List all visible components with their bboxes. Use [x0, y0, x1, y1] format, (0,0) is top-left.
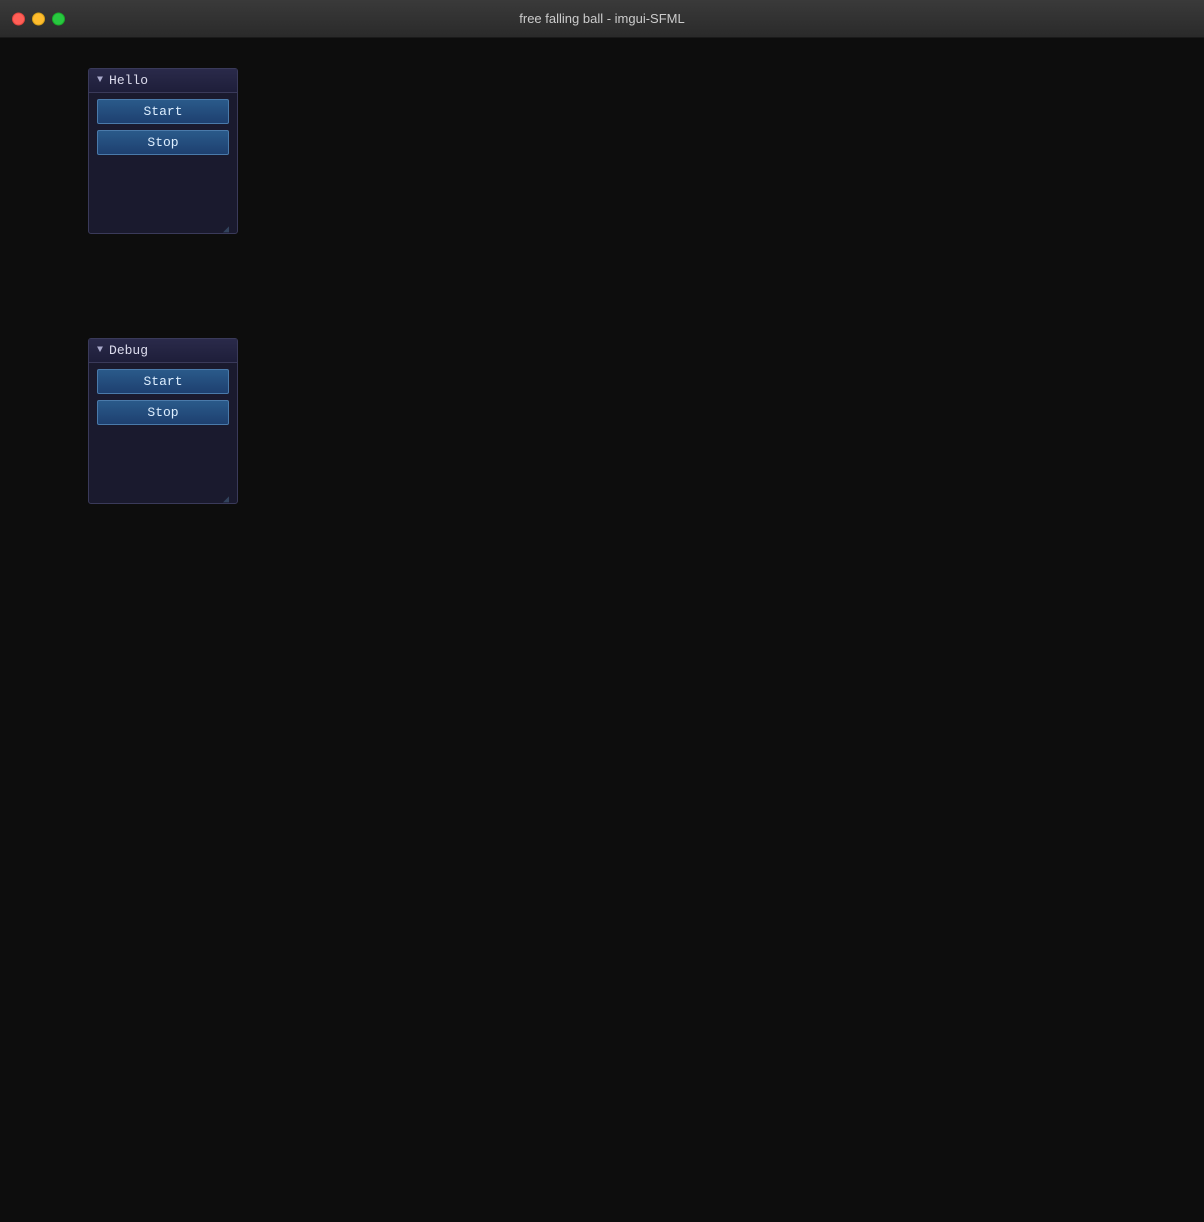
hello-stop-button[interactable]: Stop: [97, 130, 229, 155]
app-content: ▼ Hello Start Stop ▼ Debug Start Stop: [0, 38, 1204, 1222]
hello-collapse-arrow: ▼: [97, 75, 103, 86]
hello-window-titlebar[interactable]: ▼ Hello: [89, 69, 237, 93]
hello-resize-handle[interactable]: [223, 219, 235, 231]
maximize-button-traffic[interactable]: [52, 12, 65, 25]
debug-window: ▼ Debug Start Stop: [88, 338, 238, 504]
debug-resize-handle[interactable]: [223, 489, 235, 501]
hello-window-title: Hello: [109, 73, 148, 88]
hello-window-body: Start Stop: [89, 93, 237, 233]
traffic-lights: [12, 12, 65, 25]
minimize-button-traffic[interactable]: [32, 12, 45, 25]
debug-window-title: Debug: [109, 343, 148, 358]
debug-stop-button[interactable]: Stop: [97, 400, 229, 425]
hello-window: ▼ Hello Start Stop: [88, 68, 238, 234]
window-title: free falling ball - imgui-SFML: [519, 11, 684, 26]
debug-start-button[interactable]: Start: [97, 369, 229, 394]
debug-collapse-arrow: ▼: [97, 345, 103, 356]
debug-window-titlebar[interactable]: ▼ Debug: [89, 339, 237, 363]
title-bar: free falling ball - imgui-SFML: [0, 0, 1204, 38]
debug-window-body: Start Stop: [89, 363, 237, 503]
hello-start-button[interactable]: Start: [97, 99, 229, 124]
close-button-traffic[interactable]: [12, 12, 25, 25]
